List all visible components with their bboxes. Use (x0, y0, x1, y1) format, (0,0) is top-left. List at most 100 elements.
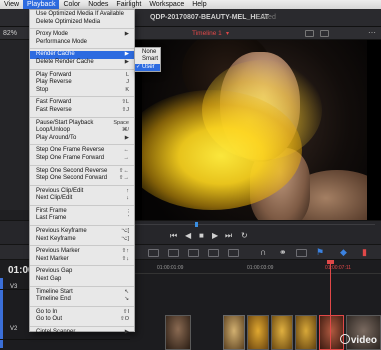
watermark-logo: video (339, 334, 377, 346)
watermark-icon (339, 334, 350, 344)
lock-icon[interactable]: ▮ (362, 247, 373, 257)
insert-clip-icon[interactable] (148, 249, 159, 257)
menu-item-label: Pause/Start Playback (36, 119, 94, 126)
zoom-level[interactable]: 82% (3, 30, 17, 37)
menu-item-performance-mode[interactable]: Performance Mode (30, 39, 134, 47)
menu-item-previous-keyframe[interactable]: Previous Keyframe ⌥[ (30, 228, 134, 236)
menu-item-shortcut: ; (127, 207, 129, 214)
snap-icon[interactable]: ∩ (260, 247, 271, 257)
chevron-down-icon[interactable]: ▾ (226, 30, 229, 37)
timeline-clip[interactable] (295, 315, 317, 350)
menu-item-next-keyframe[interactable]: Next Keyframe ⌥] (30, 236, 134, 244)
go-to-end-icon[interactable]: ⏭ (225, 231, 232, 241)
menu-workspace[interactable]: Workspace (145, 0, 188, 9)
menu-color[interactable]: Color (59, 0, 84, 9)
menu-item-loop-unloop[interactable]: Loop/Unloop ⌘/ (30, 127, 134, 135)
menu-item-play-around-to[interactable]: Play Around/To ▶ (30, 135, 134, 143)
menu-separator (30, 285, 134, 287)
viewer-mode-icon[interactable] (305, 30, 314, 37)
timeline-clip[interactable] (165, 315, 191, 350)
menu-item-delete-optimized-media[interactable]: Delete Optimized Media (30, 19, 134, 27)
menu-playback[interactable]: Playback (23, 0, 60, 9)
menu-nodes[interactable]: Nodes (84, 0, 112, 9)
timeline-clip[interactable] (223, 315, 245, 350)
place-on-top-icon[interactable] (208, 249, 219, 257)
menu-view[interactable]: View (0, 0, 23, 9)
menu-item-cintel-scanner[interactable]: Cintel Scanner ▶ (30, 329, 134, 337)
menu-fairlight[interactable]: Fairlight (112, 0, 145, 9)
video-viewer[interactable] (130, 40, 381, 220)
submenu-item-none[interactable]: None (135, 49, 160, 56)
menu-item-shortcut: ' (127, 215, 129, 222)
menu-item-fast-forward[interactable]: Fast Forward ⇧L (30, 99, 134, 107)
menu-item-render-cache[interactable]: Render Cache ▶ (30, 51, 134, 59)
menu-item-play-forward[interactable]: Play Forward L (30, 72, 134, 80)
menu-item-label: Play Around/To (36, 134, 77, 141)
menu-item-play-reverse[interactable]: Play Reverse J (30, 79, 134, 87)
marker-icon[interactable]: ◆ (340, 247, 351, 257)
link-icon[interactable]: ⚭ (279, 247, 290, 257)
menu-item-pause-start-playback[interactable]: Pause/Start Playback Space (30, 120, 134, 128)
submenu-arrow-icon: ▶ (124, 329, 129, 335)
more-options-icon[interactable]: ⋯ (368, 28, 376, 37)
menu-item-label: Previous Clip/Edit (36, 187, 84, 194)
submenu-item-user[interactable]: ✓ User (135, 63, 160, 72)
menu-item-label: Next Gap (36, 276, 62, 283)
menu-item-label: Render Cache (36, 51, 75, 58)
scrubber-handle[interactable] (195, 222, 198, 227)
timeline-clip[interactable] (247, 315, 269, 350)
menu-item-go-to-out[interactable]: Go to Out ⇧O (30, 316, 134, 324)
position-lock-icon[interactable] (296, 249, 307, 257)
menu-item-label: Loop/Unloop (36, 127, 71, 134)
flag-icon[interactable]: ⚑ (316, 247, 327, 257)
menu-item-delete-render-cache[interactable]: Delete Render Cache ▶ (30, 59, 134, 67)
go-to-start-icon[interactable]: ⏮ (170, 231, 177, 241)
submenu-item-smart[interactable]: Smart (135, 56, 160, 63)
menu-item-label: Use Optimized Media If Available (36, 11, 124, 17)
scrubber-track[interactable] (135, 224, 375, 225)
menu-item-shortcut: ⌥[ (121, 228, 129, 235)
menu-item-shortcut: ⇧↑ (121, 248, 129, 255)
menu-item-shortcut: ⇧← (118, 167, 129, 174)
append-icon[interactable] (228, 249, 239, 257)
menu-help[interactable]: Help (188, 0, 210, 9)
replace-clip-icon[interactable] (188, 249, 199, 257)
watermark-text: video (350, 335, 377, 346)
menu-item-shortcut: Space (113, 119, 129, 126)
loop-icon[interactable]: ↻ (241, 231, 248, 240)
menu-item-timeline-start[interactable]: Timeline Start ↖ (30, 289, 134, 297)
timeline-name[interactable]: Timeline 1 (192, 30, 222, 37)
menu-item-go-to-in[interactable]: Go to In ⇧I (30, 309, 134, 317)
viewer-layout-icon[interactable] (320, 30, 329, 37)
menu-separator (30, 144, 134, 146)
render-cache-submenu: None Smart ✓ User (134, 47, 161, 72)
play-icon[interactable]: ▶ (212, 231, 218, 240)
menu-item-previous-clip-edit[interactable]: Previous Clip/Edit ↑ (30, 188, 134, 196)
menu-item-use-optimized-media-if-available[interactable]: Use Optimized Media If Available (30, 11, 134, 19)
play-reverse-icon[interactable]: ◀ (185, 231, 191, 240)
menu-item-proxy-mode[interactable]: Proxy Mode ▶ (30, 31, 134, 39)
menu-item-timeline-end[interactable]: Timeline End ↘ (30, 296, 134, 304)
menu-item-next-gap[interactable]: Next Gap (30, 276, 134, 284)
menu-item-next-marker[interactable]: Next Marker ⇧↓ (30, 256, 134, 264)
menu-item-fast-reverse[interactable]: Fast Reverse ⇧J (30, 107, 134, 115)
stop-icon[interactable]: ■ (199, 231, 204, 240)
menu-item-last-frame[interactable]: Last Frame ' (30, 215, 134, 223)
menu-item-first-frame[interactable]: First Frame; (30, 208, 134, 216)
menu-item-shortcut: ← (123, 147, 130, 154)
menu-item-step-one-second-reverse[interactable]: Step One Second Reverse ⇧← (30, 168, 134, 176)
playhead[interactable] (330, 260, 331, 350)
menu-item-step-one-frame-forward[interactable]: Step One Frame Forward → (30, 155, 134, 163)
menu-item-step-one-frame-reverse[interactable]: Step One Frame Reverse ← (30, 147, 134, 155)
menu-item-previous-gap[interactable]: Previous Gap (30, 268, 134, 276)
menu-item-shortcut: ⇧→ (118, 175, 129, 182)
overwrite-clip-icon[interactable] (168, 249, 179, 257)
timeline-clip[interactable] (271, 315, 293, 350)
menu-item-step-one-second-forward[interactable]: Step One Second Forward ⇧→ (30, 175, 134, 183)
menu-item-label: Fast Forward (36, 99, 72, 106)
menu-item-stop[interactable]: Stop K (30, 87, 134, 95)
menu-item-previous-marker[interactable]: Previous Marker ⇧↑ (30, 248, 134, 256)
menu-item-next-clip-edit[interactable]: Next Clip/Edit ↓ (30, 195, 134, 203)
timeline-ruler[interactable]: 01:00:01:09 01:00:03:09 01:00:07:11 (130, 262, 381, 274)
menu-item-label: Previous Marker (36, 248, 80, 255)
